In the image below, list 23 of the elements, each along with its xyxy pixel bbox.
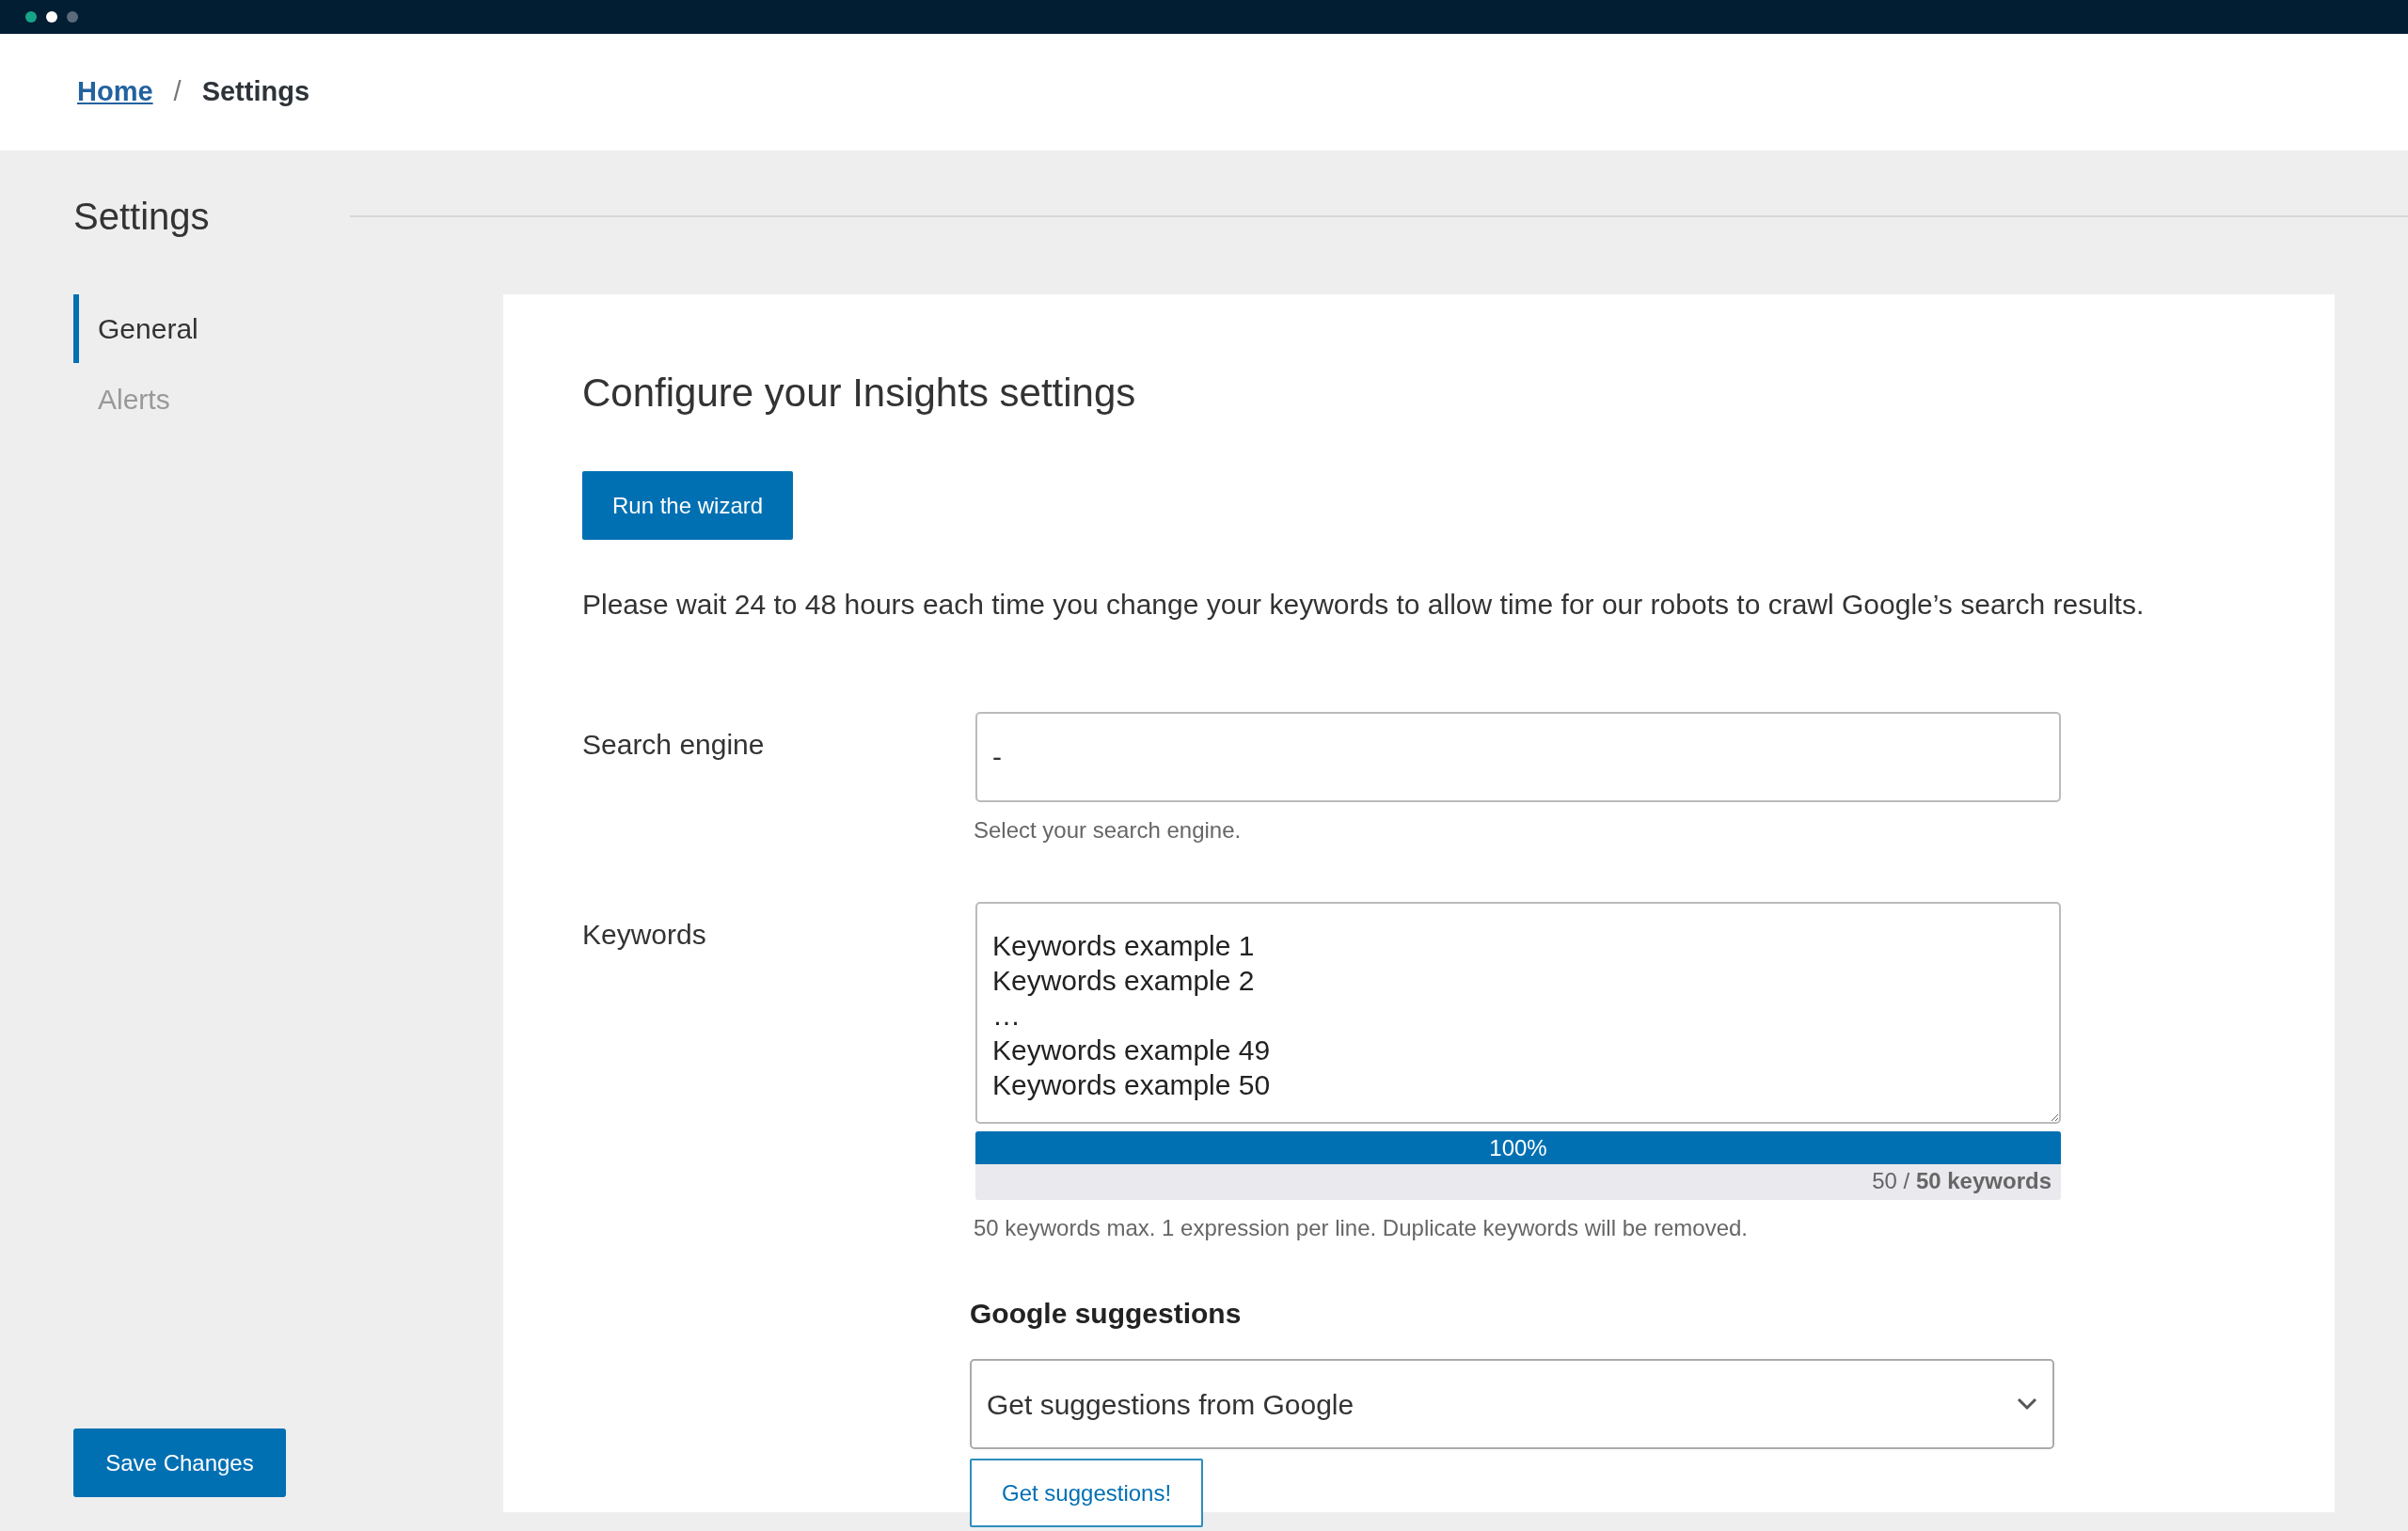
search-engine-field[interactable]: - <box>975 712 2061 803</box>
breadcrumb-current: Settings <box>201 75 310 109</box>
help-text: 50 keywords max. 1 expression per line. Duplicate keywords will be removed. <box>974 1214 1750 1243</box>
notice-text: Please wait 24 to 48 hours each time you change your keywords to allow time for our robots to crawl Google’s search results. <box>582 588 2146 623</box>
keyword-counter: 50 / 50 keywords <box>1871 1167 2052 1196</box>
field-label: Search engine <box>582 728 766 763</box>
page-title: Settings <box>73 195 211 239</box>
section-title: Google suggestions <box>970 1297 1243 1332</box>
chevron-down-icon <box>2017 1397 2037 1412</box>
breadcrumb-separator: / <box>173 75 182 109</box>
wizard-button[interactable]: Run the wizard <box>582 471 794 541</box>
sidebar-item[interactable]: General <box>73 294 198 363</box>
field-label: Keywords <box>582 918 707 953</box>
select-value: Get suggestions from Google <box>987 1387 1354 1422</box>
help-text: Select your search engine. <box>974 816 1243 845</box>
panel-title: Configure your Insights settings <box>582 370 1137 417</box>
get-suggestions-button[interactable]: Get suggestions! <box>970 1459 1204 1528</box>
save-button[interactable]: Save Changes <box>73 1428 286 1497</box>
progress-fill: 100% <box>975 1131 2061 1165</box>
window-controls-icon <box>24 10 79 24</box>
keywords-field[interactable]: Keywords example 1 Keywords example 2 … Keywords example 49 Keywords example 50 <box>975 902 2061 1125</box>
breadcrumb-link[interactable]: Home <box>77 71 153 113</box>
suggestions-select[interactable]: Get suggestions from Google <box>970 1359 2054 1450</box>
